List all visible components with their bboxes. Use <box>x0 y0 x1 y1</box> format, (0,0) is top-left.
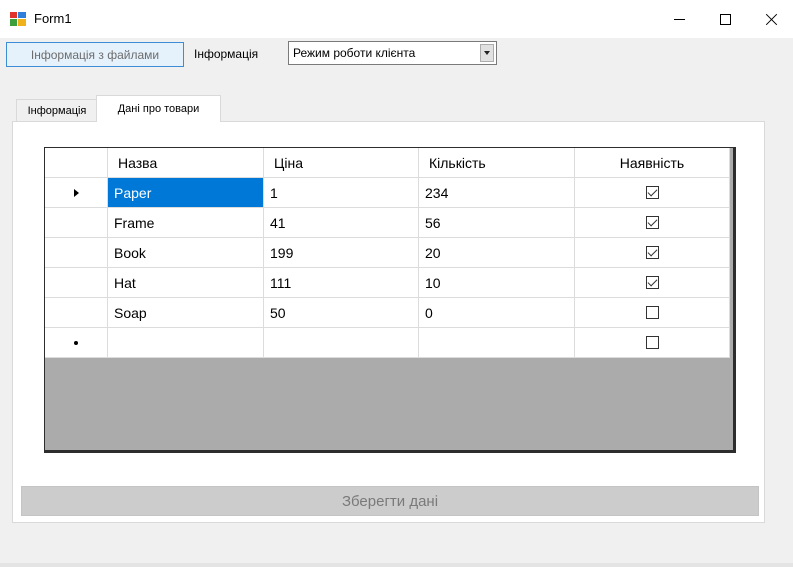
cell-availability[interactable] <box>575 268 730 298</box>
availability-checkbox[interactable] <box>645 336 659 349</box>
availability-checkbox[interactable] <box>645 216 659 229</box>
cell-availability[interactable] <box>575 298 730 328</box>
row-header[interactable] <box>45 178 108 208</box>
grid-corner-header[interactable] <box>45 148 108 178</box>
cell-name[interactable]: Soap <box>108 298 264 328</box>
column-header-quantity[interactable]: Кількість <box>419 148 575 178</box>
availability-checkbox[interactable] <box>645 186 659 199</box>
new-row-cell-quantity[interactable] <box>419 328 575 358</box>
cell-price[interactable]: 50 <box>264 298 419 328</box>
new-row-header[interactable] <box>45 328 108 358</box>
availability-checkbox[interactable] <box>645 276 659 289</box>
minimize-icon <box>673 18 685 20</box>
minimize-button[interactable] <box>656 0 702 38</box>
cell-price[interactable]: 41 <box>264 208 419 238</box>
save-data-button[interactable]: Зберегти дані <box>21 486 759 516</box>
cell-quantity[interactable]: 56 <box>419 208 575 238</box>
row-header[interactable] <box>45 298 108 328</box>
column-header-name[interactable]: Назва <box>108 148 264 178</box>
cell-quantity[interactable]: 0 <box>419 298 575 328</box>
mode-select-value: Режим роботи клієнта <box>293 46 416 60</box>
mode-select[interactable]: Режим роботи клієнта <box>288 41 497 65</box>
bottom-edge <box>0 563 793 567</box>
cell-availability[interactable] <box>575 238 730 268</box>
chevron-down-icon <box>484 51 490 55</box>
title-bar: Form1 <box>0 0 793 38</box>
info-label: Інформація <box>194 47 259 61</box>
dropdown-arrow-button[interactable] <box>480 44 494 62</box>
cell-availability[interactable] <box>575 208 730 238</box>
row-header[interactable] <box>45 208 108 238</box>
cell-price[interactable]: 1 <box>264 178 419 208</box>
availability-checkbox[interactable] <box>645 306 659 319</box>
row-header[interactable] <box>45 268 108 298</box>
products-grid[interactable]: Назва Ціна Кількість Наявність Paper 1 2… <box>44 147 736 453</box>
tab-info[interactable]: Інформація <box>16 99 98 121</box>
files-info-button[interactable]: Інформація з файлами <box>6 42 184 67</box>
current-row-icon <box>73 188 79 197</box>
app-icon <box>10 12 26 26</box>
availability-checkbox[interactable] <box>645 246 659 259</box>
cell-name[interactable]: Hat <box>108 268 264 298</box>
new-row-icon <box>74 340 78 345</box>
tab-products-data[interactable]: Дані про товари <box>96 95 221 122</box>
close-icon <box>765 13 778 26</box>
cell-quantity[interactable]: 20 <box>419 238 575 268</box>
window-title: Form1 <box>34 11 72 26</box>
column-header-price[interactable]: Ціна <box>264 148 419 178</box>
new-row-cell-availability[interactable] <box>575 328 730 358</box>
cell-quantity[interactable]: 10 <box>419 268 575 298</box>
close-button[interactable] <box>748 0 793 38</box>
cell-price[interactable]: 111 <box>264 268 419 298</box>
cell-price[interactable]: 199 <box>264 238 419 268</box>
cell-name[interactable]: Book <box>108 238 264 268</box>
maximize-icon <box>719 13 731 25</box>
maximize-button[interactable] <box>702 0 748 38</box>
new-row-cell-price[interactable] <box>264 328 419 358</box>
cell-availability[interactable] <box>575 178 730 208</box>
cell-quantity[interactable]: 234 <box>419 178 575 208</box>
cell-name[interactable]: Paper <box>108 178 264 208</box>
column-header-availability[interactable]: Наявність <box>575 148 730 178</box>
row-header[interactable] <box>45 238 108 268</box>
new-row-cell-name[interactable] <box>108 328 264 358</box>
cell-name[interactable]: Frame <box>108 208 264 238</box>
